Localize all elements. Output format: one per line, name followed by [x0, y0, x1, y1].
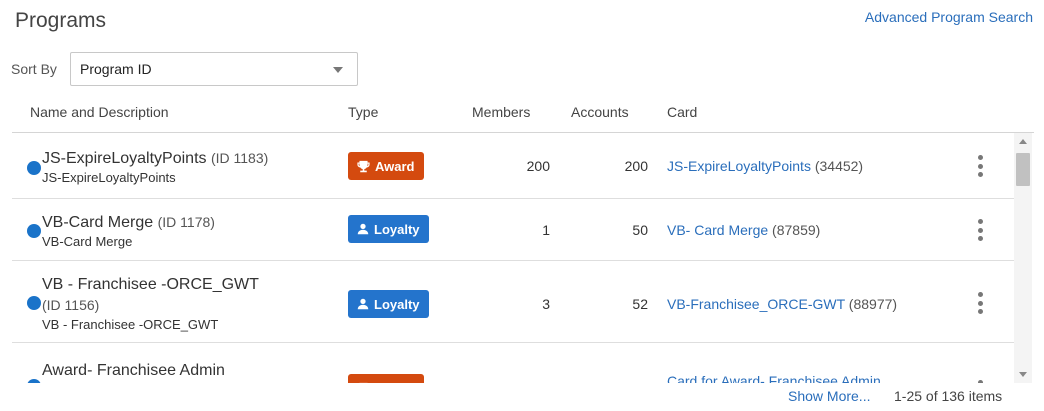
card-name[interactable]: VB-Franchisee_ORCE-GWT [667, 296, 845, 312]
members-count: 200 [526, 158, 550, 174]
trophy-icon [357, 160, 370, 172]
card-link[interactable]: Card for Award- Franchisee Admin [667, 373, 881, 383]
scroll-down-arrow-icon[interactable] [1019, 372, 1027, 377]
more-actions-icon[interactable] [972, 153, 988, 179]
trophy-icon [359, 382, 368, 383]
program-name: VB-Card Merge [42, 214, 154, 231]
more-actions-icon[interactable] [972, 290, 988, 316]
more-actions-icon[interactable] [972, 378, 988, 383]
members-count: 3 [542, 296, 550, 312]
column-header-card: Card [667, 104, 698, 120]
table-scrollbar[interactable] [1014, 133, 1032, 383]
accounts-count: 52 [632, 296, 648, 312]
program-name-block: Award- Franchisee Admin [42, 360, 225, 381]
table-row[interactable]: VB - Franchisee -ORCE_GWT (ID 1156) VB -… [12, 261, 1014, 343]
card-name[interactable]: Card for Award- Franchisee Admin [667, 373, 881, 383]
show-more-link[interactable]: Show More... [788, 388, 870, 404]
program-name: VB - Franchisee -ORCE_GWT [42, 276, 259, 293]
more-actions-icon[interactable] [972, 217, 988, 243]
advanced-program-search-link[interactable]: Advanced Program Search [865, 9, 1033, 25]
scrollbar-thumb[interactable] [1016, 153, 1030, 186]
type-badge-loyalty: Loyalty [348, 215, 429, 243]
program-description: VB - Franchisee -ORCE_GWT [42, 317, 219, 332]
type-badge-award: Award [348, 152, 424, 180]
status-dot-icon [27, 296, 41, 310]
program-id: (ID 1183) [210, 150, 269, 166]
column-header-accounts: Accounts [571, 104, 629, 120]
table-row[interactable]: JS-ExpireLoyaltyPoints (ID 1183) JS-Expi… [12, 133, 1014, 199]
status-dot-icon [27, 224, 41, 238]
person-icon [357, 298, 369, 310]
page-title: Programs [15, 9, 107, 32]
scroll-up-arrow-icon[interactable] [1019, 139, 1027, 144]
members-count: 1 [542, 222, 550, 238]
table-header: Name and Description Type Members Accoun… [0, 104, 1044, 132]
type-badge-loyalty: Loyalty [348, 290, 429, 318]
card-name[interactable]: JS-ExpireLoyaltyPoints [667, 158, 811, 174]
program-name-block: VB - Franchisee -ORCE_GWT (ID 1156) VB -… [42, 274, 332, 334]
program-id: (ID 1178) [157, 214, 215, 230]
status-dot-icon [27, 161, 41, 175]
card-link[interactable]: VB- Card Merge (87859) [667, 222, 820, 238]
item-count: 1-25 of 136 items [894, 388, 1003, 404]
person-icon [357, 223, 369, 235]
caret-down-icon [333, 67, 343, 73]
table-row[interactable]: Award- Franchisee Admin Award Card for A… [12, 343, 1014, 383]
type-label: Loyalty [374, 296, 420, 312]
accounts-count: 200 [624, 158, 648, 174]
sort-by-label: Sort By [11, 61, 57, 77]
card-link[interactable]: JS-ExpireLoyaltyPoints (34452) [667, 158, 863, 174]
sort-by-select[interactable]: Program ID [70, 52, 358, 86]
table-footer: Show More... 1-25 of 136 items [0, 385, 1044, 409]
table-row[interactable]: VB-Card Merge (ID 1178) VB-Card Merge Lo… [12, 199, 1014, 261]
type-label: Award [375, 381, 415, 384]
status-dot-icon [27, 379, 41, 383]
programs-table: JS-ExpireLoyaltyPoints (ID 1183) JS-Expi… [12, 133, 1034, 383]
column-header-name: Name and Description [30, 104, 169, 120]
program-name: JS-ExpireLoyaltyPoints [42, 150, 207, 167]
program-description: VB-Card Merge [42, 234, 133, 249]
card-id: (87859) [772, 222, 821, 238]
program-description: JS-ExpireLoyaltyPoints [42, 170, 176, 185]
card-link[interactable]: VB-Franchisee_ORCE-GWT (88977) [667, 296, 897, 312]
type-label: Loyalty [374, 221, 420, 237]
program-id: (ID 1156) [42, 297, 100, 313]
card-id: (88977) [848, 296, 898, 312]
column-header-type: Type [348, 104, 379, 120]
card-name[interactable]: VB- Card Merge [667, 222, 768, 238]
sort-by-value: Program ID [80, 61, 152, 77]
accounts-count: 50 [632, 222, 648, 238]
column-header-members: Members [472, 104, 531, 120]
type-badge-award: Award [348, 374, 424, 383]
type-label: Award [375, 158, 415, 174]
program-name-block: JS-ExpireLoyaltyPoints (ID 1183) JS-Expi… [42, 148, 268, 187]
program-name-block: VB-Card Merge (ID 1178) VB-Card Merge [42, 212, 215, 251]
program-name: Award- Franchisee Admin [42, 362, 225, 379]
card-id: (34452) [814, 158, 864, 174]
